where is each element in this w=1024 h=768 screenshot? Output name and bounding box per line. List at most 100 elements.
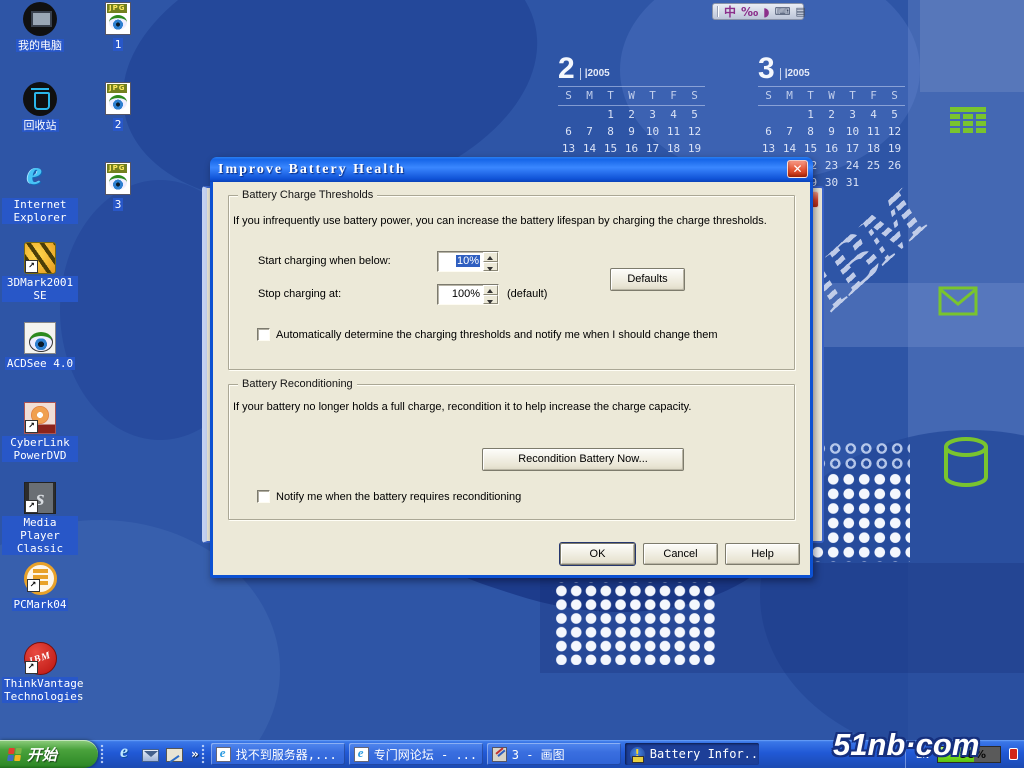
- mail-icon[interactable]: [142, 749, 159, 762]
- spin-down-icon[interactable]: [483, 295, 498, 305]
- desktop-icon-jpg-1[interactable]: 1: [92, 2, 144, 82]
- calendar-day-header: F: [863, 86, 884, 106]
- spin-up-icon[interactable]: [483, 285, 498, 295]
- mpc-icon: [24, 482, 56, 514]
- start-charging-spinner[interactable]: 10%: [437, 251, 499, 272]
- calendar-day: 12: [884, 123, 905, 140]
- auto-thresholds-label: Automatically determine the charging thr…: [276, 329, 717, 341]
- ok-button[interactable]: OK: [560, 543, 635, 565]
- desktop-icon-label: 3DMark2001 SE: [2, 276, 78, 302]
- calendar-day: 1: [600, 106, 621, 123]
- desktop-icon-pcmark04[interactable]: PCMark04: [2, 562, 78, 642]
- paint-icon: [492, 747, 507, 762]
- quick-launch-bar: [106, 746, 191, 763]
- start-button-label: 开始: [27, 744, 57, 765]
- internet-explorer-icon: [23, 162, 57, 196]
- jpg-file-icon: [105, 2, 131, 35]
- improve-battery-health-dialog: Improve Battery Health ✕ Battery Charge …: [210, 157, 813, 578]
- jpg-file-icon: [105, 82, 131, 115]
- calendar-day: 17: [842, 140, 863, 157]
- calendar-day-header: T: [842, 86, 863, 106]
- task-button[interactable]: 3 - 画图: [487, 743, 621, 765]
- calendar-day: [863, 174, 884, 191]
- stop-charging-value[interactable]: 100%: [438, 285, 483, 304]
- start-button[interactable]: 开始: [0, 740, 98, 768]
- drag-handle-icon[interactable]: [717, 6, 719, 17]
- dialog-titlebar[interactable]: Improve Battery Health ✕: [210, 157, 813, 182]
- desktop-icon-internet-explorer[interactable]: Internet Explorer: [2, 162, 78, 242]
- quick-launch-overflow-chevron[interactable]: »: [191, 747, 199, 761]
- thresholds-description: If you infrequently use battery power, y…: [233, 215, 767, 227]
- calendar-day-header: S: [758, 86, 779, 106]
- calendar-day-header: S: [884, 86, 905, 106]
- ime-language-indicator[interactable]: 中: [724, 6, 736, 18]
- notify-reconditioning-checkbox[interactable]: [257, 490, 270, 503]
- tray-notification-icon[interactable]: [1009, 748, 1018, 760]
- reconditioning-description: If your battery no longer holds a full c…: [233, 401, 691, 413]
- stop-charging-spinner[interactable]: 100%: [437, 284, 499, 305]
- calendar-day: 6: [558, 123, 579, 140]
- calendar-day-header: W: [821, 86, 842, 106]
- calendar-day-header: T: [642, 86, 663, 106]
- close-button[interactable]: ✕: [787, 160, 808, 178]
- my-computer-icon: [23, 2, 57, 36]
- calendar-day: [779, 106, 800, 123]
- desktop-icon-recycle-bin[interactable]: 回收站: [2, 82, 78, 162]
- calendar-day: 1: [800, 106, 821, 123]
- desktop-icon-jpg-3[interactable]: 3: [92, 162, 144, 242]
- cancel-button[interactable]: Cancel: [643, 543, 718, 565]
- desktop-icon-cyberlink-powerdvd[interactable]: CyberLink PowerDVD: [2, 402, 78, 482]
- internet-explorer-icon[interactable]: [118, 746, 135, 763]
- recondition-battery-now-button[interactable]: Recondition Battery Now...: [482, 448, 684, 471]
- desktop-icon-media-player-classic[interactable]: Media Player Classic: [2, 482, 78, 562]
- default-suffix-label: (default): [507, 288, 547, 300]
- group-title: Battery Reconditioning: [238, 378, 357, 390]
- calendar-day: 14: [779, 140, 800, 157]
- calendar-year: |2005: [780, 68, 810, 80]
- calendar-day: 16: [821, 140, 842, 157]
- battery-icon: [630, 747, 645, 762]
- taskbar-separator: [100, 744, 104, 764]
- calendar-day: [884, 174, 905, 191]
- calendar-day: 15: [600, 140, 621, 157]
- spin-down-icon[interactable]: [483, 262, 498, 272]
- desktop-icon-3dmark2001-se[interactable]: 3DMark2001 SE: [2, 242, 78, 322]
- calendar-day: 12: [684, 123, 705, 140]
- start-charging-value[interactable]: 10%: [438, 252, 483, 271]
- taskbar-separator: [201, 744, 205, 764]
- task-button[interactable]: 找不到服务器,...: [211, 743, 345, 765]
- desktop-icon-label: ACDSee 4.0: [5, 357, 75, 370]
- calendar-day: 7: [779, 123, 800, 140]
- menu-icon[interactable]: ▤: [796, 6, 806, 18]
- calendar-day: 11: [663, 123, 684, 140]
- defaults-button[interactable]: Defaults: [610, 268, 685, 291]
- dot-pattern-solid: [810, 472, 910, 562]
- calendar-day-header: T: [600, 86, 621, 106]
- language-bar[interactable]: 中 ‰ ◗ ⌨ ▤: [712, 3, 804, 20]
- task-button[interactable]: Battery Infor...: [625, 743, 759, 765]
- desktop-icon-my-computer[interactable]: 我的电脑: [2, 2, 78, 82]
- calendar-day: 25: [863, 157, 884, 174]
- task-button[interactable]: 专门网论坛 - ...: [349, 743, 483, 765]
- cylinder-icon: [940, 436, 992, 488]
- desktop-icon-jpg-2[interactable]: 2: [92, 82, 144, 162]
- calendar-day: 11: [863, 123, 884, 140]
- calendar-day: 26: [884, 157, 905, 174]
- ime-mode-icon[interactable]: ‰: [741, 6, 758, 18]
- dialog-body: Battery Charge Thresholds If you infrequ…: [213, 182, 810, 575]
- desktop-icon-thinkvantage-technologies[interactable]: ThinkVantage Technologies: [2, 642, 78, 722]
- powerdvd-icon: [24, 402, 56, 434]
- calendar-day: 15: [800, 140, 821, 157]
- auto-thresholds-checkbox[interactable]: [257, 328, 270, 341]
- pen-icon[interactable]: ◗: [763, 6, 769, 18]
- dialog-title: Improve Battery Health: [218, 162, 406, 178]
- desktop-icon-label: 我的电脑: [16, 39, 64, 52]
- help-button[interactable]: Help: [725, 543, 800, 565]
- keyboard-icon[interactable]: ⌨: [775, 6, 791, 18]
- spin-up-icon[interactable]: [483, 252, 498, 262]
- show-desktop-icon[interactable]: [166, 748, 183, 762]
- calendar-day: [579, 106, 600, 123]
- calendar-day: 24: [842, 157, 863, 174]
- desktop-icon-label: PCMark04: [12, 598, 69, 611]
- desktop-icon-acdsee-40[interactable]: ACDSee 4.0: [2, 322, 78, 402]
